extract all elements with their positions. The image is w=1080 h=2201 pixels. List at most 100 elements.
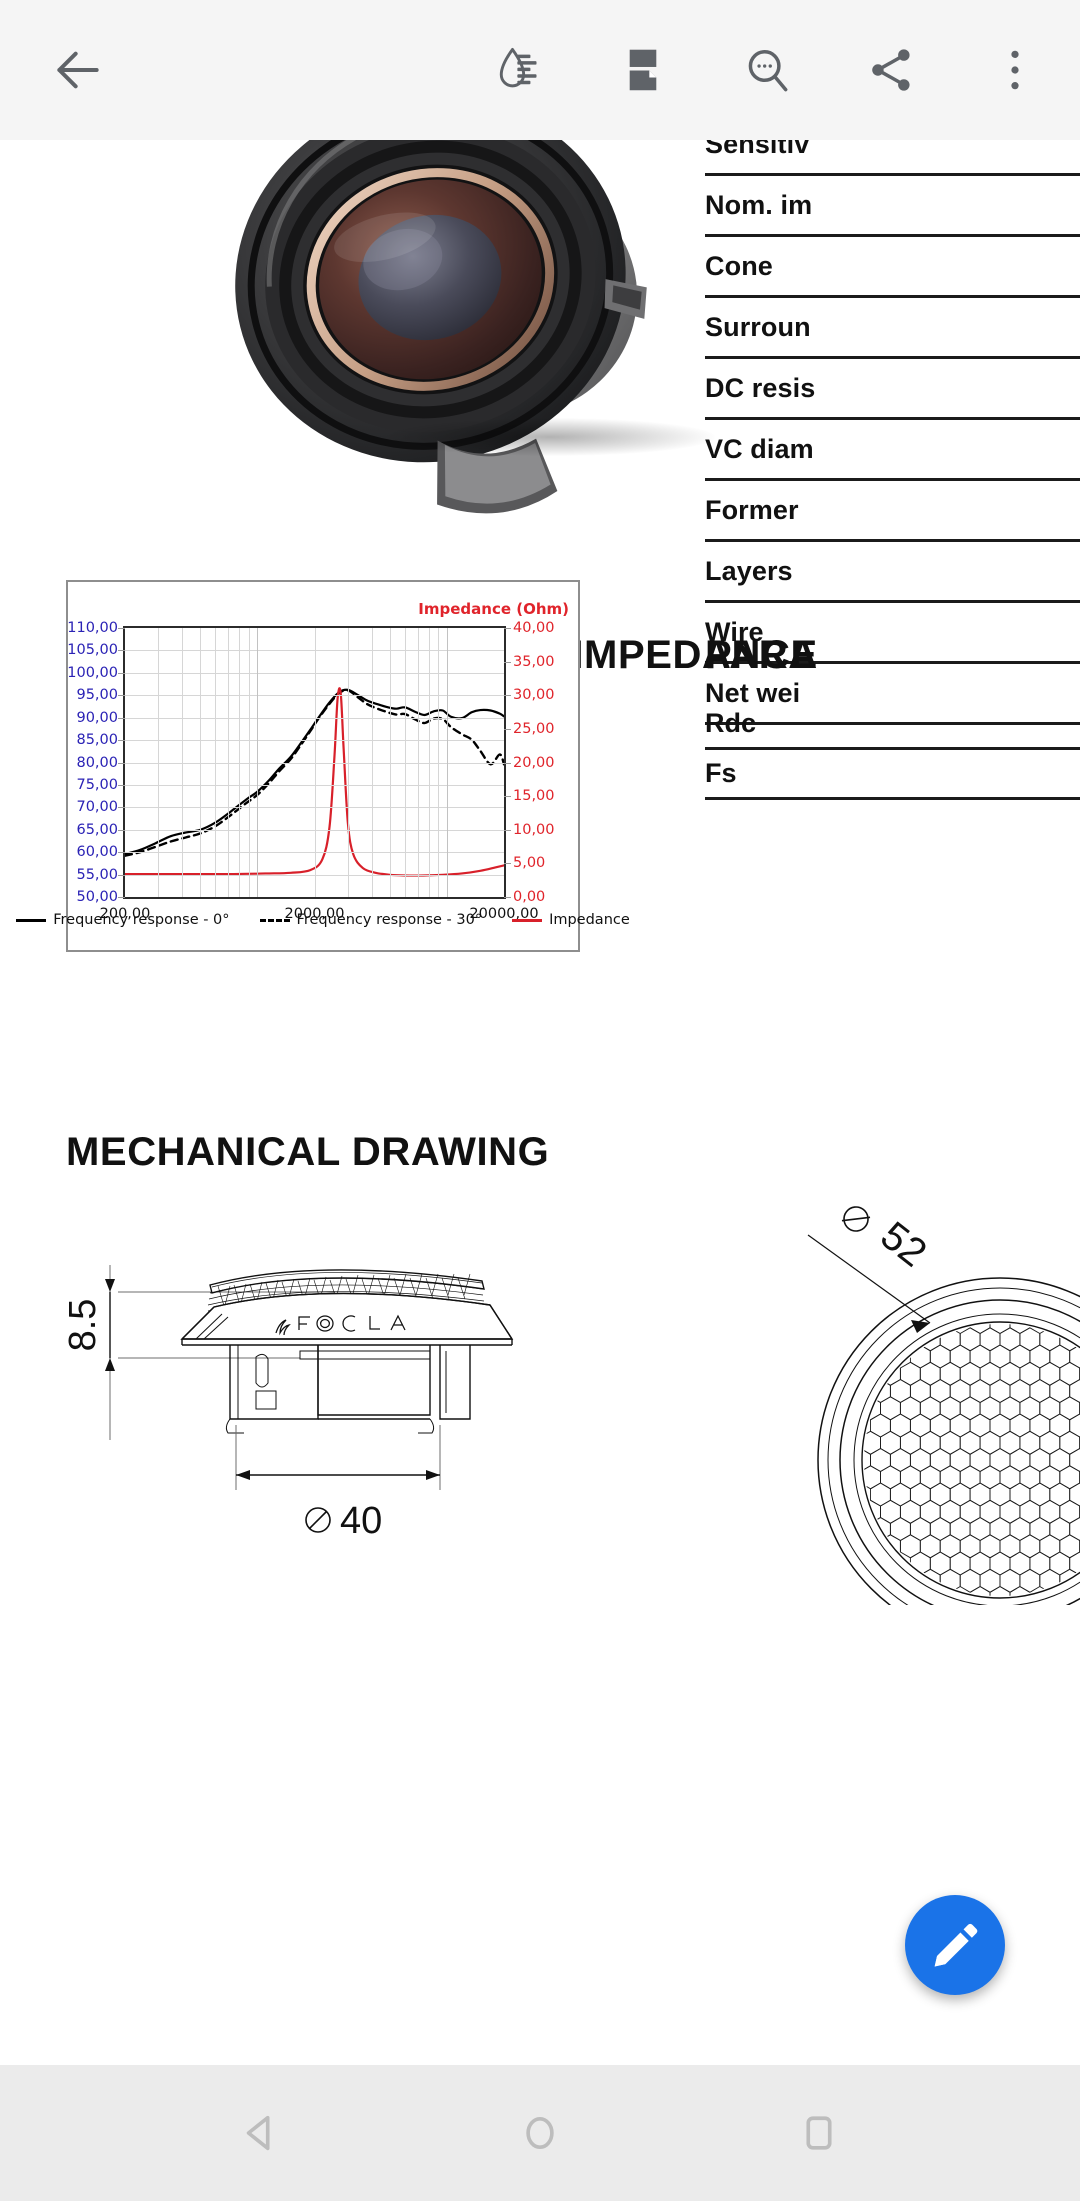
chart-tick: [118, 762, 125, 764]
search-icon: [748, 50, 788, 92]
chart-tick: [118, 807, 125, 809]
chart-tick: [504, 628, 511, 629]
parameters-section-title: PARA: [705, 633, 818, 677]
mechanical-drawing: 8.5 40 52: [0, 1175, 1080, 1643]
chart-tick: [504, 796, 511, 798]
legend-swatch-impedance: [512, 918, 543, 922]
spec-label: Former: [705, 494, 799, 525]
chart-y2tick-label: 5,00: [513, 855, 546, 872]
document-page[interactable]: Sensitiv Nom. im Cone Surroun DC resis V…: [0, 140, 1080, 2065]
table-row: Fs: [705, 750, 1080, 800]
spec-label: VC diam: [705, 433, 814, 464]
chart-tick: [118, 628, 125, 629]
chart-ytick-label: 75,00: [76, 776, 118, 793]
back-button[interactable]: [40, 32, 116, 108]
chart-ytick-label: 55,00: [76, 866, 118, 883]
chart-gridline: [404, 628, 406, 897]
mechanical-section-title: MECHANICAL DRAWING: [66, 1130, 550, 1174]
night-mode-button[interactable]: [476, 27, 562, 113]
system-navigation-bar: [0, 2065, 1080, 2201]
dimension-height: 8.5: [62, 1299, 104, 1352]
share-icon: [872, 49, 910, 91]
chart-ytick-label: 70,00: [76, 799, 118, 816]
spec-label: Sensitiv: [705, 140, 810, 159]
table-row: Former: [705, 481, 1080, 542]
edit-fab-button[interactable]: [905, 1895, 1005, 1995]
dimension-outer-diameter: 52: [872, 1213, 934, 1275]
chart-y2tick-label: 40,00: [513, 620, 555, 636]
page-layout-button[interactable]: [600, 27, 686, 113]
nav-recents-square-icon: [806, 2116, 832, 2150]
chart-gridline: [314, 628, 316, 897]
chart-ytick-label: 60,00: [76, 844, 118, 861]
chart-ytick-label: 90,00: [76, 709, 118, 726]
overflow-menu-icon: [1011, 50, 1019, 90]
chart-tick: [118, 852, 125, 854]
chart-gridline: [347, 628, 349, 897]
back-arrow-icon: [57, 51, 99, 89]
chart-legend: Frequency response - 0° Frequency respon…: [16, 912, 630, 928]
chart-tick: [118, 897, 125, 898]
legend-swatch-dashed: [259, 918, 290, 922]
page-layout-icon: [629, 49, 657, 91]
chart-gridline: [228, 628, 230, 897]
legend-swatch-solid: [16, 918, 47, 922]
android-home-button[interactable]: [503, 2096, 577, 2170]
overflow-menu-button[interactable]: [972, 27, 1058, 113]
chart-y2tick-label: 15,00: [513, 788, 555, 805]
chart-tick: [118, 650, 125, 652]
parameters-table: Rdc Fs: [705, 700, 1080, 800]
table-row: VC diam: [705, 420, 1080, 481]
chart-gridline: [428, 628, 430, 897]
photo-shadow: [385, 418, 715, 456]
chart-y2tick-label: 10,00: [513, 821, 555, 838]
chart-ytick-label: 110,00: [67, 620, 118, 636]
legend-item: Frequency response - 0°: [16, 912, 230, 928]
chart-tick: [504, 762, 511, 764]
chart-ytick-label: 80,00: [76, 754, 118, 771]
chart-y2tick-label: 30,00: [513, 687, 555, 704]
table-row: DC resis: [705, 359, 1080, 420]
android-recents-button[interactable]: [782, 2096, 856, 2170]
chart-tick: [118, 874, 125, 876]
speaker-image: [235, 140, 647, 514]
chart-tick: [118, 740, 125, 742]
chart-gridline: [158, 628, 160, 897]
chart-gridline: [248, 628, 250, 897]
chart-gridline: [182, 628, 184, 897]
chart-y2tick-label: 20,00: [513, 754, 555, 771]
impedance-axis-label: Impedance (Ohm): [418, 600, 569, 618]
frequency-response-chart: Impedance (Ohm) 50,00 55,00 60,00 65,00 70,0…: [16, 580, 630, 952]
chart-ytick-label: 95,00: [76, 687, 118, 704]
page-bottom-gap: [0, 2044, 1080, 2065]
chart-tick: [504, 863, 511, 865]
chart-tick: [118, 695, 125, 697]
chart-tick: [504, 661, 511, 663]
table-row: Layers: [705, 542, 1080, 603]
chart-gridline: [446, 628, 448, 897]
chart-tick: [504, 728, 511, 730]
spec-label: Nom. im: [705, 189, 813, 220]
legend-label: Impedance: [549, 912, 630, 928]
chart-tick: [118, 672, 125, 674]
table-row: Sensitiv: [705, 140, 1080, 176]
spec-label: Cone: [705, 250, 773, 281]
legend-label: Frequency response - 0°: [53, 912, 230, 928]
legend-label: Frequency response - 30°: [296, 912, 483, 928]
dimension-inner-diameter: 40: [340, 1500, 382, 1542]
android-back-button[interactable]: [224, 2096, 298, 2170]
legend-item: Frequency response - 30°: [259, 912, 483, 928]
spec-label: Surroun: [705, 311, 811, 342]
table-row: Nom. im: [705, 176, 1080, 237]
param-label: Rdc: [705, 708, 757, 738]
table-row: Surroun: [705, 298, 1080, 359]
chart-gridline: [417, 628, 419, 897]
search-button[interactable]: [724, 27, 810, 113]
chart-tick: [118, 717, 125, 719]
chart-y2tick-label: 35,00: [513, 653, 555, 670]
chart-gridline: [200, 628, 202, 897]
share-button[interactable]: [848, 27, 934, 113]
app-toolbar: [0, 0, 1080, 140]
chart-gridline: [257, 628, 259, 897]
chart-tick: [504, 695, 511, 697]
